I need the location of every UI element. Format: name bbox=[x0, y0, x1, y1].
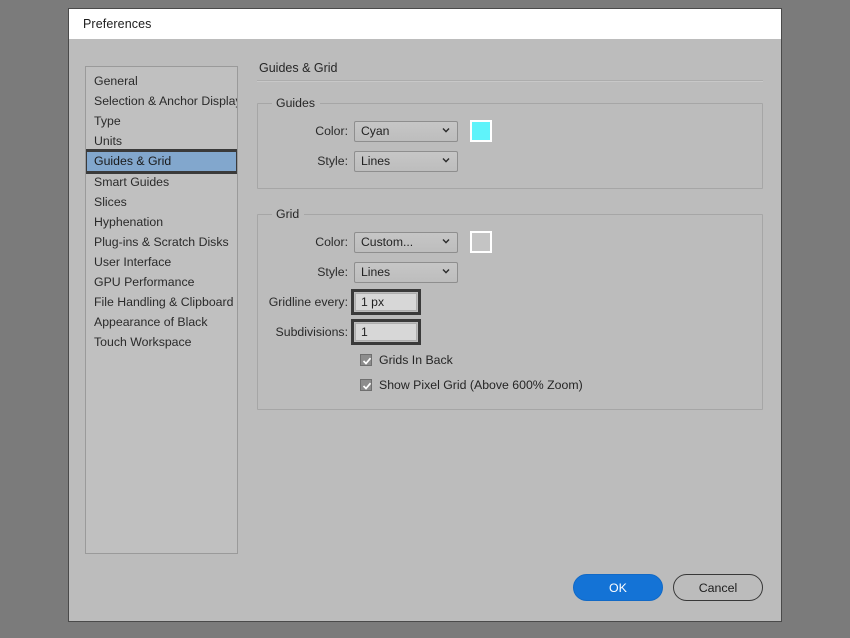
subdivisions-row: Subdivisions: 1 bbox=[268, 317, 752, 347]
panel-title: Guides & Grid bbox=[257, 61, 763, 80]
grid-group-legend: Grid bbox=[272, 207, 304, 221]
dialog-footer: OK Cancel bbox=[573, 574, 763, 601]
preferences-dialog: Preferences GeneralSelection & Anchor Di… bbox=[68, 8, 782, 622]
guides-style-row: Style: Lines bbox=[268, 146, 752, 176]
sidebar-item-guides-grid[interactable]: Guides & Grid bbox=[86, 151, 237, 172]
grid-group: Grid Color: Custom... Style: Lines bbox=[257, 207, 763, 410]
dialog-titlebar: Preferences bbox=[69, 9, 781, 39]
dialog-title: Preferences bbox=[83, 17, 152, 31]
preferences-category-list[interactable]: GeneralSelection & Anchor DisplayTypeUni… bbox=[85, 66, 238, 554]
guides-color-row: Color: Cyan bbox=[268, 116, 752, 146]
chevron-down-icon bbox=[442, 267, 450, 275]
sidebar-item-units[interactable]: Units bbox=[86, 131, 237, 151]
grids-in-back-label: Grids In Back bbox=[379, 353, 453, 367]
guides-style-label: Style: bbox=[268, 154, 354, 168]
grid-color-label: Color: bbox=[268, 235, 354, 249]
sidebar-item-slices[interactable]: Slices bbox=[86, 192, 237, 212]
sidebar-item-appearance-of-black[interactable]: Appearance of Black bbox=[86, 312, 237, 332]
grid-color-swatch[interactable] bbox=[470, 231, 492, 253]
subdivisions-label: Subdivisions: bbox=[268, 325, 354, 339]
sidebar-item-selection-anchor-display[interactable]: Selection & Anchor Display bbox=[86, 91, 237, 111]
guides-group: Guides Color: Cyan Style: Lines bbox=[257, 96, 763, 189]
guides-color-swatch[interactable] bbox=[470, 120, 492, 142]
grid-color-select[interactable]: Custom... bbox=[354, 232, 458, 253]
chevron-down-icon bbox=[442, 126, 450, 134]
gridline-every-row: Gridline every: 1 px bbox=[268, 287, 752, 317]
sidebar-item-plug-ins-scratch-disks[interactable]: Plug-ins & Scratch Disks bbox=[86, 232, 237, 252]
panel-guides-grid: Guides & Grid Guides Color: Cyan St bbox=[257, 61, 763, 428]
gridline-every-input[interactable]: 1 px bbox=[355, 293, 417, 311]
show-pixel-grid-checkbox[interactable] bbox=[360, 379, 372, 391]
guides-group-legend: Guides bbox=[272, 96, 320, 110]
gridline-every-value: 1 px bbox=[356, 295, 384, 309]
guides-color-select[interactable]: Cyan bbox=[354, 121, 458, 142]
guides-style-select[interactable]: Lines bbox=[354, 151, 458, 172]
grid-color-row: Color: Custom... bbox=[268, 227, 752, 257]
cancel-button[interactable]: Cancel bbox=[673, 574, 763, 601]
grid-style-select[interactable]: Lines bbox=[354, 262, 458, 283]
dialog-body: GeneralSelection & Anchor DisplayTypeUni… bbox=[69, 39, 781, 621]
guides-style-value: Lines bbox=[355, 154, 390, 168]
grid-style-label: Style: bbox=[268, 265, 354, 279]
chevron-down-icon bbox=[442, 237, 450, 245]
sidebar-item-touch-workspace[interactable]: Touch Workspace bbox=[86, 332, 237, 352]
subdivisions-value: 1 bbox=[356, 325, 368, 339]
guides-color-value: Cyan bbox=[355, 124, 389, 138]
sidebar-item-smart-guides[interactable]: Smart Guides bbox=[86, 172, 237, 192]
sidebar-item-gpu-performance[interactable]: GPU Performance bbox=[86, 272, 237, 292]
chevron-down-icon bbox=[442, 156, 450, 164]
show-pixel-grid-label: Show Pixel Grid (Above 600% Zoom) bbox=[379, 378, 583, 392]
grid-style-value: Lines bbox=[355, 265, 390, 279]
grid-style-row: Style: Lines bbox=[268, 257, 752, 287]
grid-color-value: Custom... bbox=[355, 235, 413, 249]
show-pixel-grid-row[interactable]: Show Pixel Grid (Above 600% Zoom) bbox=[268, 372, 752, 397]
panel-divider bbox=[257, 80, 763, 82]
guides-color-label: Color: bbox=[268, 124, 354, 138]
grids-in-back-checkbox[interactable] bbox=[360, 354, 372, 366]
sidebar-item-file-handling-clipboard[interactable]: File Handling & Clipboard bbox=[86, 292, 237, 312]
gridline-every-label: Gridline every: bbox=[268, 295, 354, 309]
sidebar-item-general[interactable]: General bbox=[86, 71, 237, 91]
sidebar-item-user-interface[interactable]: User Interface bbox=[86, 252, 237, 272]
sidebar-item-hyphenation[interactable]: Hyphenation bbox=[86, 212, 237, 232]
grids-in-back-row[interactable]: Grids In Back bbox=[268, 347, 752, 372]
sidebar-item-type[interactable]: Type bbox=[86, 111, 237, 131]
subdivisions-input[interactable]: 1 bbox=[355, 323, 417, 341]
ok-button[interactable]: OK bbox=[573, 574, 663, 601]
